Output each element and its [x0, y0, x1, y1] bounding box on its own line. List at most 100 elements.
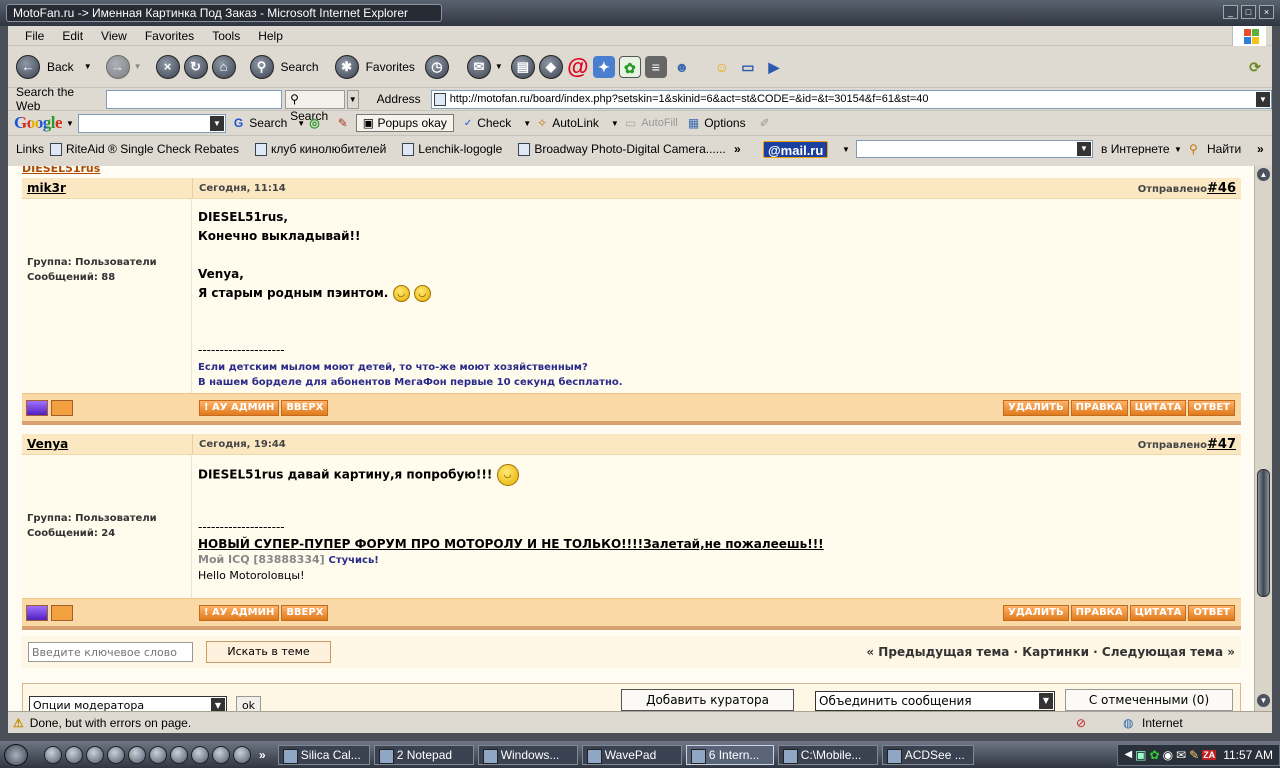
- address-input[interactable]: http://motofan.ru/board/index.php?setski…: [430, 89, 1272, 109]
- search-magnifier-icon[interactable]: ⚲: [249, 54, 274, 79]
- icq-flower-icon[interactable]: ✿: [618, 55, 641, 78]
- quicklaunch-app-icon[interactable]: [212, 745, 230, 764]
- history-clock-icon[interactable]: ◷: [424, 54, 449, 79]
- go-top-button[interactable]: ВВЕРХ: [281, 604, 329, 621]
- quicklaunch-app-icon[interactable]: [191, 745, 209, 764]
- topic-search-input[interactable]: [28, 642, 193, 662]
- minimize-button[interactable]: _: [1223, 5, 1238, 19]
- quicklaunch-app-icon[interactable]: [107, 745, 125, 764]
- back-arrow-icon[interactable]: ←: [16, 54, 40, 79]
- quicklaunch-app-icon[interactable]: [65, 745, 83, 764]
- post-number-link[interactable]: #47: [1207, 437, 1236, 452]
- download-icon[interactable]: ≡: [644, 55, 667, 78]
- warning-icon[interactable]: ⚠: [13, 716, 24, 730]
- close-window-button[interactable]: ×: [1259, 5, 1274, 19]
- quicklaunch-app-icon[interactable]: [170, 745, 188, 764]
- task-silica[interactable]: Silica Cal...: [277, 744, 370, 765]
- quicklaunch-ie-icon[interactable]: [44, 745, 62, 764]
- mailru-logo[interactable]: @mail.ru: [763, 141, 829, 158]
- search-web-input[interactable]: [105, 89, 283, 109]
- mailru-internet-dropdown-icon[interactable]: ▼: [1174, 145, 1182, 154]
- tray-clock[interactable]: 11:57 AM: [1223, 748, 1273, 762]
- link-lenchik[interactable]: Lenchik-logogle: [402, 142, 502, 156]
- quicklaunch-app-icon[interactable]: [233, 745, 251, 764]
- mailru-find-icon[interactable]: ⚲: [1189, 142, 1198, 156]
- task-windows[interactable]: Windows...: [477, 744, 578, 765]
- task-acdsee[interactable]: ACDSee ...: [881, 744, 974, 765]
- menu-view[interactable]: View: [92, 29, 136, 43]
- at-sign-icon[interactable]: @: [567, 55, 589, 78]
- add-curator-button[interactable]: Добавить куратора: [621, 689, 794, 711]
- autolink-icon[interactable]: ✧: [537, 116, 547, 130]
- link-riteaid[interactable]: RiteAid ® Single Check Rebates: [50, 142, 239, 156]
- menu-help[interactable]: Help: [249, 29, 292, 43]
- favorites-button-label[interactable]: Favorites: [366, 60, 415, 74]
- favorites-star-icon[interactable]: ✱: [334, 54, 359, 79]
- menu-file[interactable]: File: [16, 29, 53, 43]
- autolink-dropdown[interactable]: ▼: [611, 119, 619, 128]
- edit-post-button[interactable]: ПРАВКА: [1070, 399, 1128, 416]
- links-overflow-icon[interactable]: »: [734, 142, 741, 156]
- autofill-button[interactable]: AutoFill: [641, 117, 678, 129]
- icq-contact-link[interactable]: Стучись!: [329, 555, 379, 566]
- tray-tool-icon[interactable]: ✎: [1189, 748, 1199, 762]
- google-search-input[interactable]: ▼: [77, 113, 226, 133]
- mailru-search-dropdown-icon[interactable]: ▼: [1077, 142, 1091, 156]
- scrollbar-thumb[interactable]: [1257, 469, 1270, 597]
- delete-post-button[interactable]: УДАЛИТЬ: [1003, 604, 1069, 621]
- scroll-up-icon[interactable]: ▲: [1257, 168, 1270, 181]
- back-dropdown-icon[interactable]: ▼: [84, 62, 92, 71]
- popups-button[interactable]: ▣ Popups okay: [355, 114, 454, 132]
- stop-icon[interactable]: ×: [155, 54, 180, 79]
- mail-dropdown-icon[interactable]: ▼: [495, 62, 503, 71]
- menu-tools[interactable]: Tools: [203, 29, 249, 43]
- mailru-overflow-icon[interactable]: »: [1257, 142, 1264, 156]
- reply-post-button[interactable]: ОТВЕТ: [1188, 399, 1235, 416]
- mailru-find-button[interactable]: Найти: [1207, 142, 1241, 156]
- refresh-icon[interactable]: ↻: [183, 54, 208, 79]
- merge-posts-select[interactable]: Объединить сообщения ▼: [815, 691, 1055, 711]
- popup-blocked-icon[interactable]: ⊘: [1076, 716, 1086, 730]
- options-icon[interactable]: ▦: [688, 116, 699, 130]
- pagerank-icon[interactable]: ◎: [309, 116, 319, 130]
- link-kinolub[interactable]: клуб кинолюбителей: [254, 142, 386, 156]
- signature-forum-link[interactable]: НОВЫЙ СУПЕР-ПУПЕР ФОРУМ ПРО МОТОРОЛУ И Н…: [198, 537, 1235, 552]
- prev-post-author[interactable]: DIESEL51rus: [22, 166, 100, 175]
- delete-post-button[interactable]: УДАЛИТЬ: [1003, 399, 1069, 416]
- mailru-dropdown-icon[interactable]: ▼: [842, 145, 850, 154]
- topic-navigation[interactable]: « Предыдущая тема · Картинки · Следующая…: [866, 645, 1235, 659]
- google-search-dropdown[interactable]: ▼: [297, 119, 305, 128]
- news-icon[interactable]: ✎: [338, 116, 348, 130]
- post-author[interactable]: Venya: [22, 437, 192, 451]
- menu-edit[interactable]: Edit: [53, 29, 92, 43]
- forward-dropdown-icon[interactable]: ▼: [134, 62, 142, 71]
- quicklaunch-app-icon[interactable]: [128, 745, 146, 764]
- people-icon[interactable]: ☻: [671, 56, 693, 78]
- pencil-icon[interactable]: ✐: [760, 116, 770, 130]
- link-broadway[interactable]: Broadway Photo-Digital Camera......: [518, 142, 726, 156]
- search-web-button[interactable]: ⚲ Search: [285, 89, 345, 123]
- spellcheck-dropdown[interactable]: ▼: [523, 119, 531, 128]
- smiley-icon[interactable]: ☺: [711, 56, 733, 78]
- tray-mail-icon[interactable]: ✉: [1176, 748, 1186, 762]
- post-number-link[interactable]: #46: [1207, 181, 1236, 196]
- autolink-button[interactable]: AutoLink: [552, 116, 599, 130]
- start-button-icon[interactable]: [4, 743, 28, 766]
- forward-arrow-icon[interactable]: →: [105, 54, 130, 79]
- report-admin-button[interactable]: ! АУ АДМИН: [199, 604, 280, 621]
- tray-arrow-icon[interactable]: ◀: [1124, 749, 1132, 760]
- quote-post-button[interactable]: ЦИТАТА: [1129, 604, 1187, 621]
- search-web-dropdown-icon[interactable]: ▼: [346, 89, 359, 109]
- task-notepad[interactable]: 2 Notepad: [373, 744, 474, 765]
- menu-favorites[interactable]: Favorites: [136, 29, 203, 43]
- task-wavepad[interactable]: WavePad: [581, 744, 682, 765]
- report-admin-button[interactable]: ! АУ АДМИН: [199, 399, 280, 416]
- scroll-down-icon[interactable]: ▼: [1257, 694, 1270, 707]
- go-top-button[interactable]: ВВЕРХ: [281, 399, 329, 416]
- mail-icon[interactable]: ✉: [466, 54, 491, 79]
- tray-icq-icon[interactable]: ✿: [1150, 748, 1160, 762]
- private-message-icon[interactable]: [51, 399, 73, 416]
- quicklaunch-app-icon[interactable]: [149, 745, 167, 764]
- selected-posts-button[interactable]: С отмеченными (0): [1065, 689, 1233, 711]
- play-icon[interactable]: ▶: [763, 56, 785, 78]
